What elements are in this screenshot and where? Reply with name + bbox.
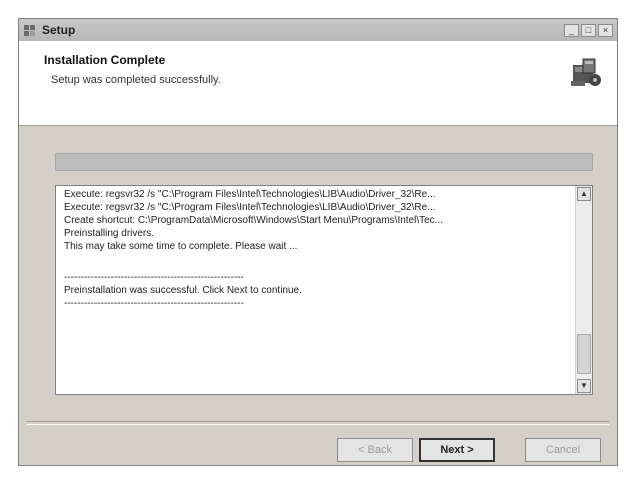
minimize-icon: _: [568, 24, 574, 35]
install-package-icon: [571, 58, 601, 86]
log-line: Preinstallation was successful. Click Ne…: [64, 285, 302, 296]
log-line: Preinstalling drivers.: [64, 228, 155, 239]
next-button[interactable]: Next >: [419, 438, 495, 462]
log-line: ----------------------------------------…: [64, 272, 244, 283]
log-line: Execute: regsvr32 /s "C:\Program Files\I…: [64, 189, 436, 200]
arrow-up-icon: ▲: [580, 189, 588, 198]
cancel-button[interactable]: Cancel: [525, 438, 601, 462]
minimize-button[interactable]: _: [564, 23, 579, 37]
log-line: This may take some time to complete. Ple…: [64, 241, 298, 252]
progress-fill: [56, 154, 592, 170]
window-title: Setup: [42, 23, 76, 37]
scroll-up-button[interactable]: ▲: [577, 187, 591, 201]
arrow-down-icon: ▼: [580, 381, 588, 390]
scroll-thumb[interactable]: [577, 334, 591, 374]
setup-window: Setup _ □ × Installation Complete Setup …: [18, 18, 618, 466]
install-log[interactable]: Execute: regsvr32 /s "C:\Program Files\I…: [55, 185, 593, 395]
maximize-icon: □: [585, 24, 592, 35]
progress-bar: [55, 153, 593, 171]
wizard-header: Installation Complete Setup was complete…: [19, 41, 617, 126]
log-line: Execute: regsvr32 /s "C:\Program Files\I…: [64, 202, 436, 213]
setup-icon: [23, 23, 37, 37]
log-lines: Execute: regsvr32 /s "C:\Program Files\I…: [56, 188, 574, 394]
maximize-button[interactable]: □: [581, 23, 596, 37]
page-subtitle: Setup was completed successfully.: [51, 74, 221, 86]
title-bar[interactable]: Setup _ □ ×: [19, 19, 617, 41]
scroll-down-button[interactable]: ▼: [577, 379, 591, 393]
log-scrollbar[interactable]: ▲ ▼: [575, 186, 592, 394]
page-title: Installation Complete: [44, 53, 166, 67]
close-button[interactable]: ×: [598, 23, 613, 37]
log-line: ----------------------------------------…: [64, 298, 244, 309]
back-button[interactable]: < Back: [337, 438, 413, 462]
log-line: Create shortcut: C:\ProgramData\Microsof…: [64, 215, 444, 226]
divider: [27, 421, 609, 425]
close-icon: ×: [602, 24, 609, 35]
